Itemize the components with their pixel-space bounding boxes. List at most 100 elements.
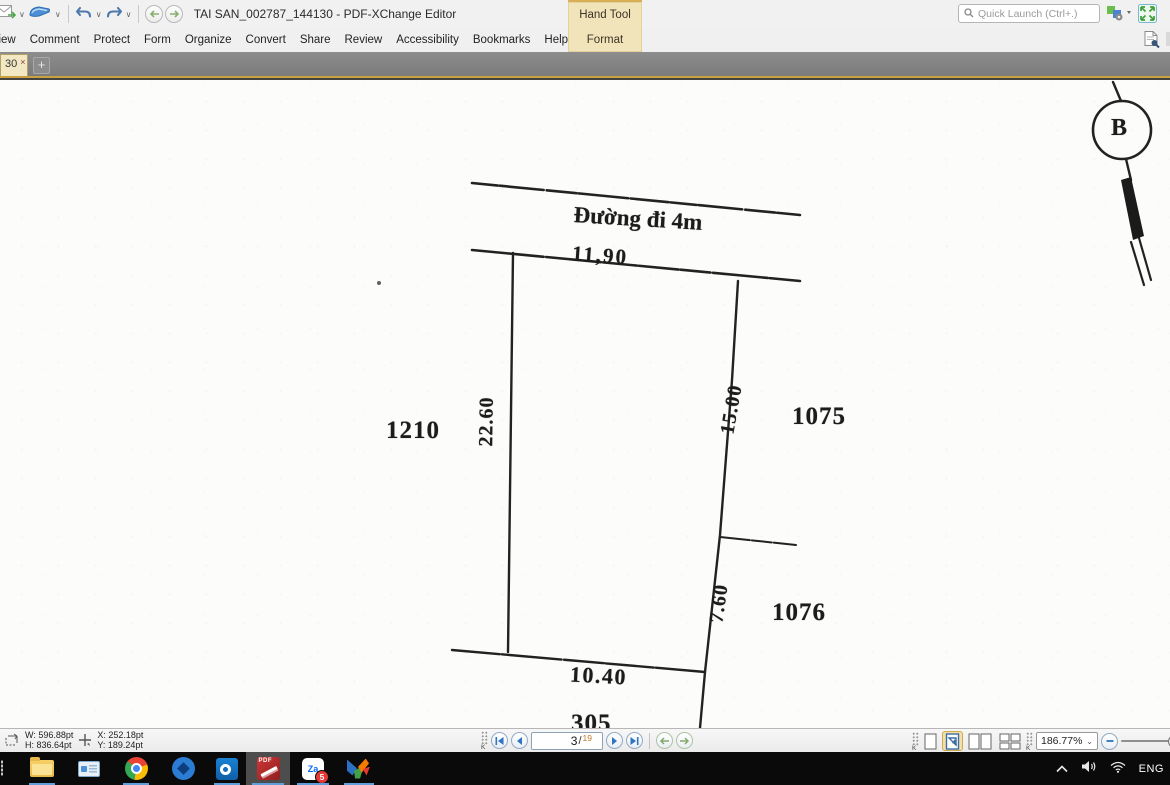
wifi-icon[interactable] [1110,760,1126,778]
blue-app-icon [172,757,195,780]
selection-size-icon [5,733,20,749]
dimension-bottom: 10.40 [569,662,627,691]
single-page-view-icon[interactable] [922,731,939,751]
current-page[interactable]: 3 [571,734,578,748]
menu-help[interactable]: Help [544,34,568,46]
taskbar-chrome[interactable] [114,752,158,785]
menu-protect[interactable]: Protect [94,34,130,46]
zalo-icon: Za 5 [302,758,324,780]
grip-key-label: K [481,745,488,750]
taskbar-misa-app[interactable] [336,752,380,785]
taskbar-file-explorer[interactable] [20,752,64,785]
drag-grip[interactable] [481,731,488,745]
menu-bar: View Comment Protect Form Organize Conve… [0,28,568,52]
parcel-sketch-lines [0,80,1170,728]
chevron-down-icon[interactable]: ∨ [96,10,102,19]
dimension-left: 22.60 [475,396,499,446]
taskbar-zalo[interactable]: Za 5 [291,752,335,785]
menu-bookmarks[interactable]: Bookmarks [473,34,531,46]
document-tab-bar: 30 × + [0,52,1170,76]
menu-form[interactable]: Form [144,34,171,46]
parcel-number-below: 305 [571,710,612,728]
misa-logo-icon [346,758,370,780]
taskbar-pdf-xchange-active[interactable]: PDF [246,752,290,785]
previous-page-button[interactable] [511,732,528,749]
parcel-number-right-lower: 1076 [772,599,826,627]
first-page-button[interactable] [491,732,508,749]
email-icon[interactable] [0,4,16,24]
two-page-view-icon[interactable] [966,731,994,751]
quick-launch-box[interactable] [958,4,1100,23]
chevron-down-icon[interactable]: ∨ [55,10,61,19]
menu-convert[interactable]: Convert [246,34,286,46]
search-icon [964,5,974,23]
pdf-icon-label: PDF [259,758,273,764]
menu-view[interactable]: View [0,34,16,46]
last-page-button[interactable] [626,732,643,749]
quick-launch-input[interactable] [978,8,1093,20]
window-title: TAI SAN_002787_144130 - PDF-XChange Edit… [160,7,490,21]
taskbar-contacts-app[interactable] [67,752,111,785]
redo-icon[interactable] [105,4,123,25]
next-view-button[interactable] [676,732,693,749]
zoom-value: 186.77% [1041,735,1082,747]
marker-label: B [1111,115,1127,142]
status-bar: W: 596.88pt H: 836.64pt X: 252.18pt Y: 1… [0,728,1170,752]
show-hidden-icons-chevron[interactable] [1056,760,1068,778]
chevron-down-icon: ⌄ [1086,737,1093,746]
dimension-top: 11,90 [571,241,629,270]
page-number-box[interactable]: 3 / 19 [531,732,603,750]
windows-taskbar: PDF Za 5 ENG [0,752,1170,785]
zoom-level-dropdown[interactable]: 186.77% ⌄ [1036,732,1098,750]
pencil-icon [260,766,277,777]
total-pages: 19 [583,733,592,743]
grip-key-label: K [912,746,919,751]
pdf-xchange-icon: PDF [257,757,280,780]
menu-accessibility[interactable]: Accessibility [396,34,459,46]
marker-bar [1121,177,1144,240]
tab-format[interactable]: Format [568,27,642,52]
active-tool-panel: Hand Tool Format [568,0,642,52]
taskbar-edge-grip [1,760,3,776]
chevron-down-icon[interactable]: ∨ [19,10,25,19]
language-indicator[interactable]: ENG [1139,763,1164,775]
next-page-button[interactable] [606,732,623,749]
fullscreen-icon[interactable] [1138,4,1157,28]
selection-height: H: 836.64pt [25,741,73,751]
divider [68,5,69,23]
hand-tool-button[interactable]: Hand Tool [568,2,642,27]
fit-width-view-icon[interactable] [942,731,963,751]
taskbar-blue-app[interactable] [161,752,205,785]
system-tray: ENG [1056,752,1164,785]
menu-organize[interactable]: Organize [185,34,232,46]
file-explorer-icon [30,760,54,777]
zoom-controls: K K 186.77% ⌄ [912,731,1170,751]
chevron-down-icon[interactable]: ∨ [126,10,132,19]
grip-key-label: K [1026,746,1033,751]
taskbar-outlook[interactable] [205,752,249,785]
menu-comment[interactable]: Comment [30,34,80,46]
drag-grip[interactable] [1026,732,1033,746]
menu-review[interactable]: Review [345,34,383,46]
new-tab-button[interactable]: + [33,57,50,74]
multi-page-view-icon[interactable] [997,731,1023,751]
scan-speck [377,281,381,285]
parcel-number-left: 1210 [386,417,440,445]
print-icon[interactable] [28,4,52,24]
previous-view-button[interactable] [656,732,673,749]
undo-icon[interactable] [75,4,93,25]
document-tab[interactable]: 30 × [0,54,28,76]
page-navigation: K 3 / 19 [481,731,693,750]
cursor-y: Y: 189.24pt [97,741,143,751]
pdf-page-canvas[interactable]: Đường đi 4m 11,90 22.60 1210 15.00 1075 … [0,80,1170,728]
zoom-slider-track[interactable] [1121,740,1170,742]
zoom-out-button[interactable] [1101,733,1118,750]
volume-icon[interactable] [1081,760,1097,778]
customize-toolbars-icon[interactable] [1106,4,1132,27]
menu-share[interactable]: Share [300,34,331,46]
search-document-icon[interactable] [1142,30,1161,54]
close-tab-icon[interactable]: × [20,58,25,67]
pdf-xchange-window: ∨ ∨ ∨ ∨ TAI SAN_002787_144130 - PDF-XCha… [0,0,1170,785]
outlook-icon [216,758,238,780]
drag-grip[interactable] [912,732,919,746]
